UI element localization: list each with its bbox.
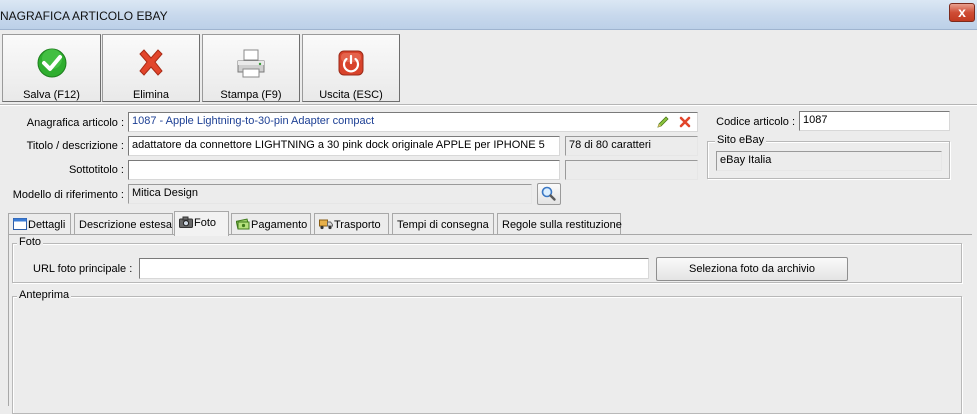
sito-ebay-title: Sito eBay bbox=[715, 134, 767, 146]
sottotitolo-label: Sottotitolo : bbox=[68, 164, 124, 176]
select-photo-label: Seleziona foto da archivio bbox=[689, 263, 815, 275]
sottotitolo-field[interactable] bbox=[128, 160, 560, 180]
tab-pagamento-label: Pagamento bbox=[251, 219, 308, 231]
tab-tempi-di-consegna[interactable]: Tempi di consegna bbox=[392, 213, 494, 235]
character-count-value: 78 di 80 caratteri bbox=[569, 139, 651, 151]
print-label: Stampa (F9) bbox=[220, 89, 282, 101]
modello-value: Mitica Design bbox=[132, 187, 199, 199]
tab-tempi-label: Tempi di consegna bbox=[397, 219, 489, 231]
truck-icon bbox=[319, 219, 333, 230]
url-foto-label: URL foto principale : bbox=[33, 263, 133, 275]
window-icon bbox=[13, 218, 27, 230]
camera-icon bbox=[179, 216, 193, 228]
anagrafica-label: Anagrafica articolo : bbox=[26, 117, 124, 129]
tab-pagamento[interactable]: Pagamento bbox=[231, 213, 311, 235]
clear-x-icon[interactable] bbox=[678, 115, 692, 129]
checkmark-icon bbox=[37, 48, 66, 78]
search-modello-button[interactable] bbox=[537, 183, 561, 205]
close-window-button[interactable]: x bbox=[949, 3, 975, 22]
tab-descrizione-label: Descrizione estesa bbox=[79, 219, 172, 231]
sottotitolo-count bbox=[565, 160, 698, 180]
tab-trasporto-label: Trasporto bbox=[334, 219, 381, 231]
modello-label: Modello di riferimento : bbox=[12, 189, 124, 201]
money-icon bbox=[236, 218, 250, 230]
codice-value: 1087 bbox=[803, 114, 828, 126]
tab-regole-label: Regole sulla restituzione bbox=[502, 219, 622, 231]
tab-descrizione-estesa[interactable]: Descrizione estesa bbox=[74, 213, 173, 235]
tab-dettagli-label: Dettagli bbox=[28, 219, 66, 231]
exit-button[interactable]: Uscita (ESC) bbox=[302, 34, 400, 102]
sito-ebay-group: Sito eBay eBay Italia bbox=[707, 134, 950, 179]
close-icon: x bbox=[958, 4, 966, 20]
codice-label: Codice articolo : bbox=[716, 116, 795, 128]
preview-title: Anteprima bbox=[17, 289, 72, 301]
printer-icon bbox=[237, 49, 265, 78]
toolbar: Salva (F12) Elimina Stampa (F9) Uscita (… bbox=[0, 30, 977, 104]
tab-dettagli[interactable]: Dettagli bbox=[8, 213, 71, 235]
titolo-field[interactable]: adattatore da connettore LIGHTNING a 30 … bbox=[128, 136, 560, 156]
toolbar-divider bbox=[0, 104, 977, 106]
character-count: 78 di 80 caratteri bbox=[565, 136, 698, 156]
delete-label: Elimina bbox=[132, 89, 170, 101]
save-button[interactable]: Salva (F12) bbox=[2, 34, 101, 102]
exit-label: Uscita (ESC) bbox=[319, 89, 383, 101]
sito-ebay-field: eBay Italia bbox=[716, 151, 942, 171]
title-bar: NAGRAFICA ARTICOLO EBAY x bbox=[0, 0, 977, 30]
delete-x-icon bbox=[139, 49, 163, 76]
foto-tab-panel: Foto URL foto principale : Seleziona fot… bbox=[8, 234, 972, 414]
window: NAGRAFICA ARTICOLO EBAY x Salva (F12) El… bbox=[0, 0, 977, 414]
tab-trasporto[interactable]: Trasporto bbox=[314, 213, 389, 235]
modello-field: Mitica Design bbox=[128, 184, 532, 204]
url-foto-input[interactable] bbox=[139, 258, 649, 279]
tab-foto[interactable]: Foto bbox=[174, 211, 229, 236]
codice-field[interactable]: 1087 bbox=[799, 111, 950, 131]
foto-group-title: Foto bbox=[17, 236, 44, 248]
tab-regole-restituzione[interactable]: Regole sulla restituzione bbox=[497, 213, 622, 235]
edit-pencil-icon[interactable] bbox=[656, 115, 670, 129]
print-button[interactable]: Stampa (F9) bbox=[202, 34, 300, 102]
power-exit-icon bbox=[338, 50, 364, 76]
anagrafica-field[interactable]: 1087 - Apple Lightning-to-30-pin Adapter… bbox=[128, 112, 698, 132]
sito-ebay-value: eBay Italia bbox=[720, 154, 772, 166]
select-photo-button[interactable]: Seleziona foto da archivio bbox=[656, 257, 848, 281]
save-label: Salva (F12) bbox=[23, 89, 80, 101]
anagrafica-value: 1087 - Apple Lightning-to-30-pin Adapter… bbox=[132, 115, 375, 127]
preview-group: Anteprima bbox=[12, 289, 962, 414]
search-icon bbox=[541, 186, 556, 201]
window-title: NAGRAFICA ARTICOLO EBAY bbox=[0, 9, 168, 23]
titolo-value: adattatore da connettore LIGHTNING a 30 … bbox=[132, 139, 545, 151]
titolo-label: Titolo / descrizione : bbox=[26, 140, 124, 152]
tab-foto-label: Foto bbox=[194, 217, 217, 229]
delete-button[interactable]: Elimina bbox=[102, 34, 200, 102]
